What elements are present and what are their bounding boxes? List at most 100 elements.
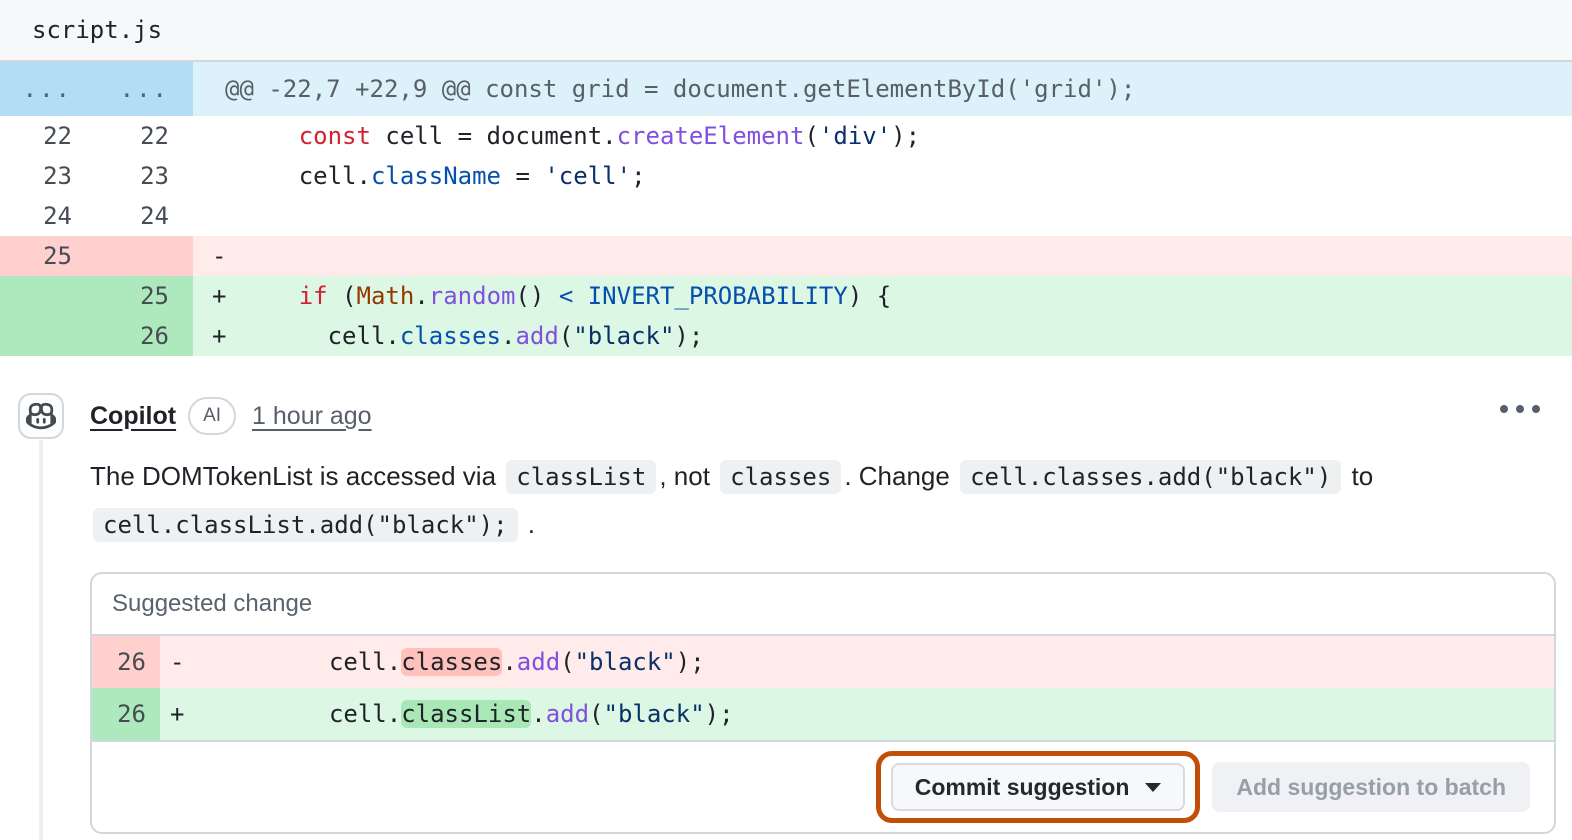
new-line-number[interactable]: 26 [96, 316, 193, 356]
comment-body: The DOMTokenList is accessed via classLi… [90, 453, 1546, 549]
code-token: add [515, 322, 559, 350]
suggestion-rows: 26- cell.classes.add("black"); 26 + cell.c… [92, 636, 1554, 740]
old-line-number[interactable]: 22 [0, 116, 96, 156]
copilot-avatar[interactable] [18, 393, 64, 439]
code-token: ); [704, 700, 734, 728]
code-token: ( [589, 700, 604, 728]
annotation-highlight-ring: Commit suggestion [875, 751, 1201, 823]
comment-text: . Change [844, 461, 958, 491]
comment-timestamp-link[interactable]: 1 hour ago [252, 402, 372, 431]
code-token: cell. [212, 162, 371, 190]
comment-text: The DOMTokenList is accessed via [90, 461, 504, 491]
pr-diff-view: script.js ... ... @@ -22,7 +22,9 @@ cons… [0, 0, 1572, 840]
suggestion-deletion-row: 26- cell.classes.add("black"); [92, 636, 1554, 688]
line-number: 26 [92, 688, 160, 740]
comment-author-link[interactable]: Copilot [90, 402, 176, 431]
diff-table: ... ... @@ -22,7 +22,9 @@ const grid = d… [0, 62, 1572, 356]
code-cell: + cell.classes.add("black"); [193, 316, 1572, 356]
suggestion-title: Suggested change [92, 574, 1554, 636]
del-row: 25 - [0, 236, 1572, 276]
code-cell [193, 196, 1572, 236]
code-token: ); [675, 648, 705, 676]
expand-hunk-up-button[interactable]: ... [0, 62, 96, 116]
new-line-number[interactable]: 25 [96, 276, 193, 316]
code-line: const cell = document.createElement('div… [193, 116, 1572, 156]
code-token: ( [560, 648, 575, 676]
old-line-number[interactable]: 23 [0, 156, 96, 196]
commit-suggestion-button[interactable]: Commit suggestion [890, 763, 1186, 811]
inline-code: classes [720, 460, 842, 494]
comment-header: Copilot AI 1 hour ago [90, 393, 1572, 439]
code-token: - [212, 242, 227, 270]
code-line: + cell.classes.add("black"); [193, 316, 1572, 356]
code-cell: - [193, 236, 1572, 276]
inline-code: classList [506, 460, 657, 494]
code-line: cell.className = 'cell'; [193, 156, 1572, 196]
add-suggestion-to-batch-button[interactable]: Add suggestion to batch [1212, 762, 1530, 812]
code-token: + cell. [170, 700, 402, 728]
kebab-dot [1500, 405, 1508, 413]
new-line-number[interactable] [96, 236, 193, 276]
new-line-number[interactable]: 23 [96, 156, 193, 196]
code-token: classList [401, 700, 532, 728]
expand-hunk-down-button[interactable]: ... [96, 62, 193, 116]
code-token: ); [674, 322, 704, 350]
ai-badge: AI [188, 397, 237, 435]
suggested-change-box: Suggested change 26- cell.classes.add("b… [90, 572, 1556, 834]
code-token: add [545, 700, 590, 728]
code-token: Math [356, 282, 415, 310]
code-token: 'cell' [544, 162, 632, 190]
code-token: classes [399, 322, 501, 350]
file-name: script.js [32, 16, 163, 44]
add-row: 25 + if (Math.random() < INVERT_PROBABILI… [0, 276, 1572, 316]
code-token: cell = document. [370, 122, 617, 150]
review-comment: Copilot AI 1 hour ago The DOMTokenList i… [0, 356, 1572, 840]
code-token: "black" [603, 700, 705, 728]
new-line-number[interactable]: 24 [96, 196, 193, 236]
comment-text: . [520, 509, 536, 539]
hunk-header: @@ -22,7 +22,9 @@ const grid = document.… [193, 62, 1572, 116]
inline-code: cell.classList.add("black"); [93, 508, 518, 542]
code-token: ( [804, 122, 819, 150]
copilot-icon [26, 402, 56, 430]
code-token: if [298, 282, 328, 310]
diff-rows: 22 22 const cell = document.createElement… [0, 116, 1572, 356]
kebab-menu-button[interactable] [1494, 399, 1546, 419]
code-token: add [516, 648, 561, 676]
old-line-number[interactable]: 25 [0, 236, 96, 276]
suggestion-footer: Commit suggestion Add suggestion to batc… [92, 740, 1554, 832]
new-line-number[interactable]: 22 [96, 116, 193, 156]
code-token: createElement [616, 122, 805, 150]
commit-suggestion-label: Commit suggestion [914, 773, 1130, 800]
comment-text-line: The DOMTokenList is accessed via classLi… [90, 453, 1546, 501]
code-token: INVERT_PROBABILITY [587, 282, 848, 310]
context-row: 24 24 [0, 196, 1572, 236]
code-token: - cell. [170, 648, 402, 676]
code-token: "black" [574, 648, 676, 676]
old-line-number[interactable] [0, 316, 96, 356]
old-line-number[interactable] [0, 276, 96, 316]
code-token: random [428, 282, 516, 310]
code-token: className [370, 162, 501, 190]
code-token: < [558, 282, 574, 310]
code-token: ); [891, 122, 921, 150]
code-token: 'div' [818, 122, 892, 150]
context-row: 23 23 cell.className = 'cell'; [0, 156, 1572, 196]
code-token: ( [327, 282, 357, 310]
inline-code: cell.classes.add("black") [960, 460, 1342, 494]
code-token: + [212, 282, 299, 310]
suggestion-addition-row: 26 + cell.classList.add("black"); [92, 688, 1554, 740]
code-token: + cell. [212, 322, 400, 350]
hunk-header-text: @@ -22,7 +22,9 @@ const grid = document.… [225, 75, 1136, 103]
old-line-number[interactable]: 24 [0, 196, 96, 236]
code-token: . [501, 322, 516, 350]
comment-text: to [1344, 461, 1374, 491]
code-token: () [515, 282, 559, 310]
code-line: - cell.classes.add("black"); [160, 636, 1554, 688]
code-token: . [502, 648, 517, 676]
code-token: const [298, 122, 371, 150]
code-line: + if (Math.random() < INVERT_PROBABILITY… [193, 276, 1572, 316]
code-line: - [193, 236, 1572, 276]
